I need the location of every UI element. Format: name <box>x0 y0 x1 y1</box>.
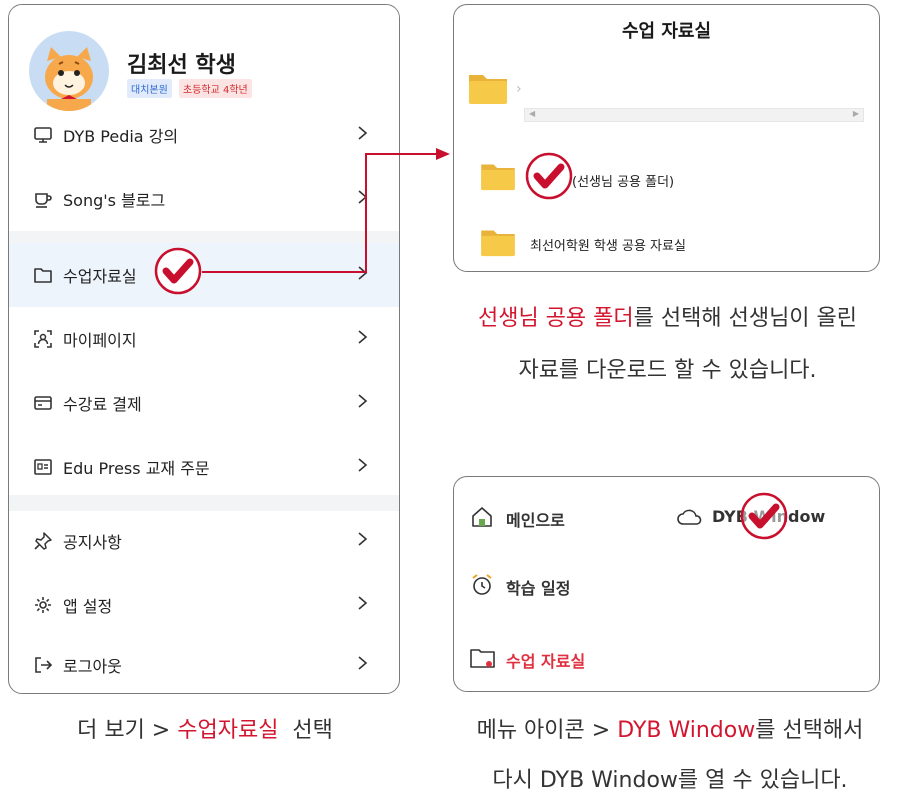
chevron-right-icon: › <box>516 81 522 97</box>
menu-item-book-order[interactable]: Edu Press 교재 주문 <box>9 435 399 499</box>
materials-panel: 수업 자료실 › ◀ ▶ (선생님 공용 폴더) 최선어학원 학생 공용 자료실 <box>453 4 880 272</box>
check-mark-icon <box>740 492 788 540</box>
student-folder-label[interactable]: 최선어학원 학생 공용 자료실 <box>530 235 686 254</box>
logout-icon <box>35 657 53 673</box>
caption-nav-1: 메뉴 아이콘 > DYB Window를 선택해서 <box>476 718 864 743</box>
menu-item-label: 공지사항 <box>63 533 122 552</box>
chevron-right-icon <box>358 126 368 140</box>
student-name: 김최선 학생 <box>127 53 236 78</box>
teacher-folder-label[interactable]: (선생님 공용 폴더) <box>572 171 674 190</box>
menu-item-label: 수업자료실 <box>63 267 137 286</box>
nav-materials-label: 수업 자료실 <box>506 652 586 671</box>
folder-icon[interactable] <box>480 227 516 257</box>
menu-item-label: Edu Press 교재 주문 <box>63 459 210 478</box>
materials-title: 수업 자료실 <box>621 21 712 42</box>
chevron-right-icon <box>358 458 368 472</box>
cloud-icon <box>677 509 702 525</box>
caption-materials-2: 자료를 다운로드 할 수 있습니다. <box>518 358 817 383</box>
nav-schedule-label: 학습 일정 <box>506 579 571 598</box>
id-card-icon <box>34 459 52 475</box>
home-icon <box>472 507 492 527</box>
menu-item-logout[interactable]: 로그아웃 <box>9 633 399 693</box>
horizontal-scrollbar[interactable]: ◀ ▶ <box>524 108 864 122</box>
alarm-clock-icon <box>472 574 492 595</box>
chevron-right-icon <box>358 656 368 670</box>
menu-item-label: 수강료 결제 <box>63 395 142 414</box>
menu-item-label: Song's 블로그 <box>63 191 166 210</box>
cup-icon <box>35 193 52 208</box>
monitor-icon <box>34 127 52 143</box>
menu-item-mypage[interactable]: 마이페이지 <box>9 307 399 371</box>
profile-header: 김최선 학생 대치본원 초등학교 4학년 <box>9 5 399 117</box>
chevron-right-icon <box>358 532 368 546</box>
chevron-right-icon <box>358 330 368 344</box>
card-icon <box>34 396 52 410</box>
check-mark-icon <box>525 152 573 200</box>
check-mark-icon <box>154 247 202 295</box>
avatar <box>29 31 109 111</box>
menu-item-settings[interactable]: 앱 설정 <box>9 573 399 637</box>
more-menu-panel: 김최선 학생 대치본원 초등학교 4학년 DYB Pedia 강의 Song's… <box>8 4 400 694</box>
nav-main-label: 메인으로 <box>506 511 565 530</box>
folder-icon <box>34 268 52 283</box>
scroll-right-icon[interactable]: ▶ <box>853 109 859 118</box>
menu-item-label: 로그아웃 <box>63 657 122 676</box>
caption-nav-2: 다시 DYB Window를 열 수 있습니다. <box>492 768 848 793</box>
branch-badge: 대치본원 <box>127 79 172 98</box>
menu-item-label: 앱 설정 <box>63 597 113 616</box>
menu-item-label: DYB Pedia 강의 <box>63 127 179 146</box>
scroll-left-icon[interactable]: ◀ <box>529 109 535 118</box>
caption-materials-1: 선생님 공용 폴더를 선택해 선생님이 올린 <box>477 306 858 331</box>
folder-open-icon <box>470 649 495 668</box>
connector-arrow <box>202 148 450 273</box>
nav-menu-panel: 메인으로 DYB Window 학습 일정 수업 자료실 <box>453 476 880 692</box>
folder-icon[interactable] <box>468 71 508 105</box>
chevron-right-icon <box>358 596 368 610</box>
menu-item-payment[interactable]: 수강료 결제 <box>9 371 399 435</box>
grade-badge: 초등학교 4학년 <box>179 79 252 98</box>
user-scan-icon <box>34 330 52 348</box>
pin-icon <box>34 532 52 550</box>
caption-more-menu: 더 보기 > 수업자료실 선택 <box>77 718 333 743</box>
menu-item-label: 마이페이지 <box>63 331 137 350</box>
gear-icon <box>35 597 51 613</box>
folder-icon[interactable] <box>480 161 516 191</box>
chevron-right-icon <box>358 394 368 408</box>
menu-item-notice[interactable]: 공지사항 <box>9 509 399 573</box>
